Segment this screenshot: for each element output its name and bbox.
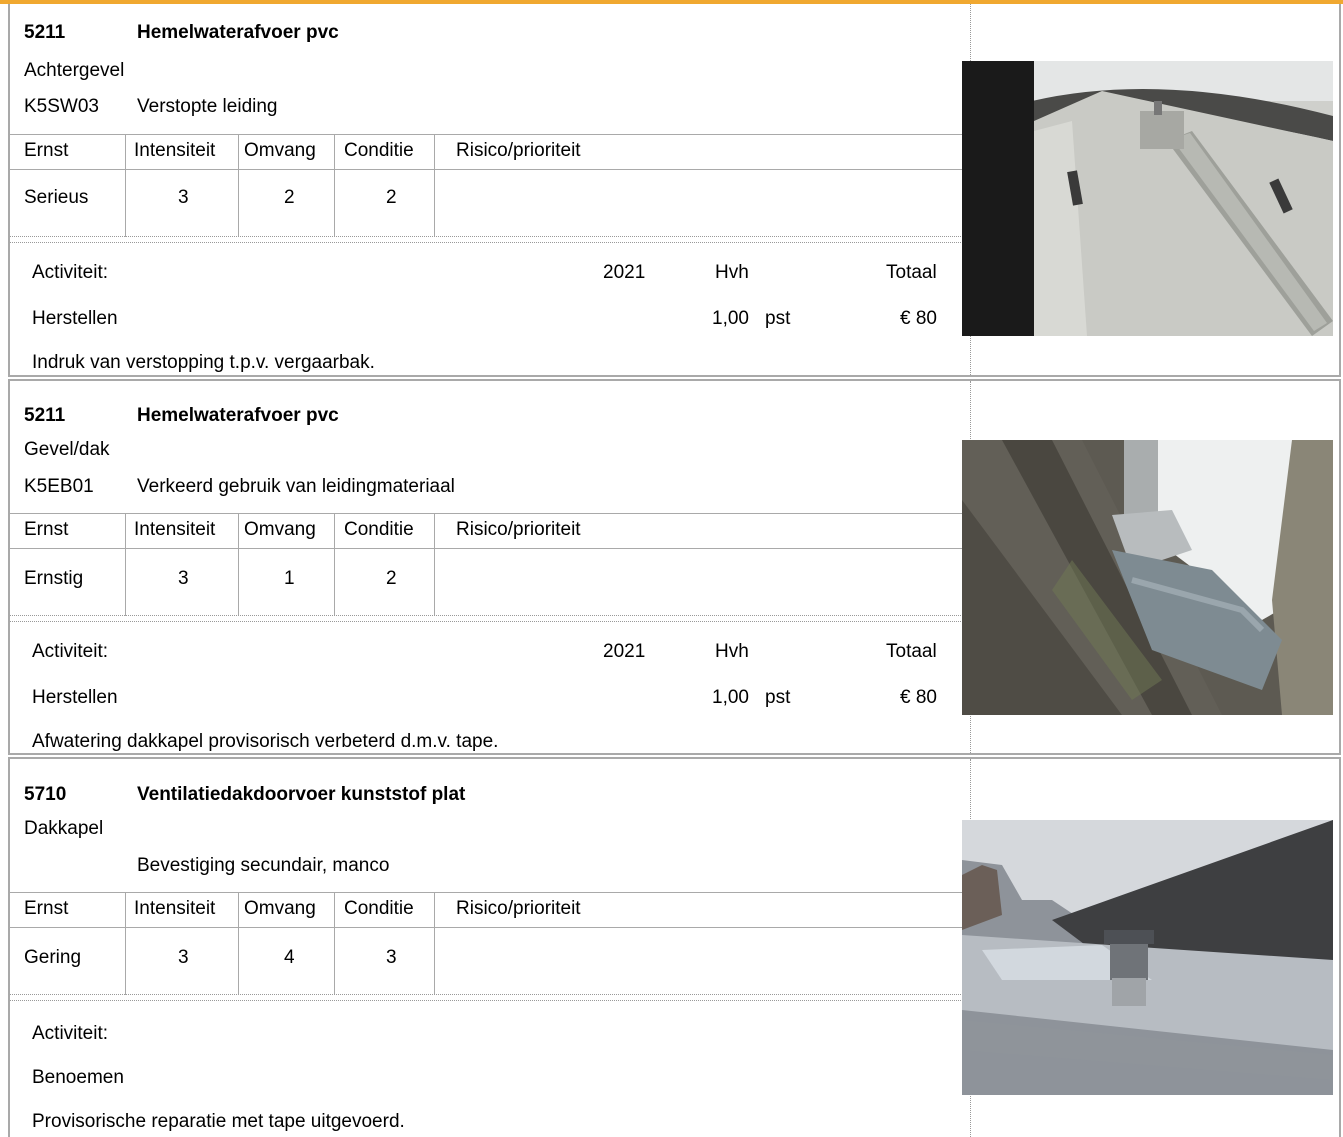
- value-ernst: Gering: [24, 947, 82, 968]
- value-conditie: 3: [386, 947, 397, 968]
- condition-table: Ernst Intensiteit Omvang Conditie Risico…: [10, 134, 969, 237]
- condition-table-header: Ernst Intensiteit Omvang Conditie Risico…: [10, 514, 969, 549]
- totaal-label: Totaal: [886, 641, 937, 662]
- header-intensiteit: Intensiteit: [134, 898, 216, 919]
- header-risico: Risico/prioriteit: [456, 140, 581, 161]
- header-conditie: Conditie: [344, 519, 414, 540]
- quantity: 1,00: [712, 687, 749, 708]
- unit: pst: [765, 308, 791, 329]
- header-ernst: Ernst: [24, 898, 69, 919]
- header-ernst: Ernst: [24, 140, 69, 161]
- photo-dormer-drain: [962, 440, 1333, 715]
- photo-ventilation-duct: [962, 820, 1333, 1095]
- year-label: 2021: [603, 641, 646, 662]
- value-conditie: 2: [386, 568, 397, 589]
- remark: Afwatering dakkapel provisorisch verbete…: [32, 731, 499, 752]
- value-intensiteit: 3: [178, 568, 189, 589]
- total-cost: € 80: [900, 687, 937, 708]
- element-title: Hemelwaterafvoer pvc: [137, 22, 339, 43]
- header-ernst: Ernst: [24, 519, 69, 540]
- activity-label: Activiteit:: [32, 641, 109, 662]
- header-intensiteit: Intensiteit: [134, 519, 216, 540]
- value-ernst: Ernstig: [24, 568, 84, 589]
- element-code: 5211: [24, 22, 66, 43]
- remark: Provisorische reparatie met tape uitgevo…: [32, 1111, 405, 1132]
- activity-label: Activiteit:: [32, 1023, 109, 1044]
- header-omvang: Omvang: [244, 140, 316, 161]
- header-risico: Risico/prioriteit: [456, 898, 581, 919]
- header-omvang: Omvang: [244, 519, 316, 540]
- total-cost: € 80: [900, 308, 937, 329]
- header-conditie: Conditie: [344, 140, 414, 161]
- activity-name: Herstellen: [32, 687, 118, 708]
- remark: Indruk van verstopping t.p.v. vergaarbak…: [32, 352, 375, 373]
- quantity: 1,00: [712, 308, 749, 329]
- element-location: Dakkapel: [24, 818, 104, 839]
- header-omvang: Omvang: [244, 898, 316, 919]
- totaal-label: Totaal: [886, 262, 937, 283]
- value-omvang: 1: [284, 568, 295, 589]
- hvh-label: Hvh: [715, 641, 749, 662]
- activity-label: Activiteit:: [32, 262, 109, 283]
- photo-downspout-roof: [962, 61, 1333, 336]
- condition-table-header: Ernst Intensiteit Omvang Conditie Risico…: [10, 135, 969, 170]
- activity-name: Herstellen: [32, 308, 118, 329]
- header-risico: Risico/prioriteit: [456, 519, 581, 540]
- condition-table: Ernst Intensiteit Omvang Conditie Risico…: [10, 513, 969, 616]
- defect-description: Verkeerd gebruik van leidingmateriaal: [137, 476, 455, 497]
- defect-code: K5EB01: [24, 476, 94, 497]
- defect-code: K5SW03: [24, 96, 99, 117]
- element-location: Achtergevel: [24, 60, 125, 81]
- element-title: Hemelwaterafvoer pvc: [137, 405, 339, 426]
- value-omvang: 2: [284, 187, 295, 208]
- condition-table: Ernst Intensiteit Omvang Conditie Risico…: [10, 892, 969, 995]
- defect-description: Bevestiging secundair, manco: [137, 855, 390, 876]
- element-code: 5710: [24, 784, 67, 805]
- element-code: 5211: [24, 405, 66, 426]
- condition-table-header: Ernst Intensiteit Omvang Conditie Risico…: [10, 893, 969, 928]
- value-ernst: Serieus: [24, 187, 89, 208]
- defect-description: Verstopte leiding: [137, 96, 278, 117]
- element-title: Ventilatiedakdoorvoer kunststof plat: [137, 784, 466, 805]
- hvh-label: Hvh: [715, 262, 749, 283]
- element-location: Gevel/dak: [24, 439, 110, 460]
- unit: pst: [765, 687, 791, 708]
- value-omvang: 4: [284, 947, 295, 968]
- header-conditie: Conditie: [344, 898, 414, 919]
- value-conditie: 2: [386, 187, 397, 208]
- activity-name: Benoemen: [32, 1067, 124, 1088]
- year-label: 2021: [603, 262, 646, 283]
- header-intensiteit: Intensiteit: [134, 140, 216, 161]
- value-intensiteit: 3: [178, 187, 189, 208]
- value-intensiteit: 3: [178, 947, 189, 968]
